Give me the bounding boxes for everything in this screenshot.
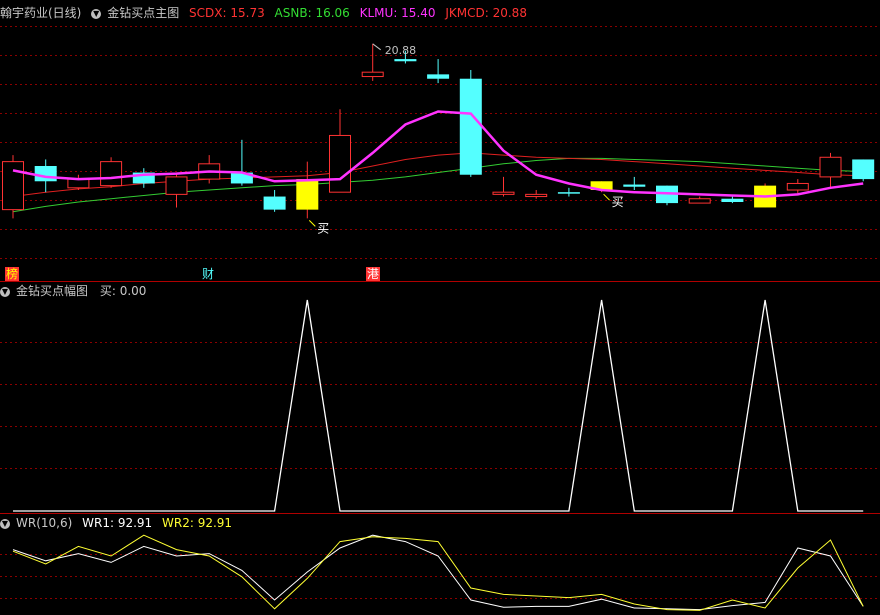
candle-body xyxy=(263,196,286,210)
candle-body xyxy=(427,74,450,79)
candle-body xyxy=(296,179,319,210)
candle-body xyxy=(459,78,482,175)
buy-pointer xyxy=(308,220,316,227)
candle-body xyxy=(819,156,842,178)
buy-label: 买 xyxy=(612,195,624,209)
buy-label: 买 xyxy=(317,221,329,235)
candle-body xyxy=(492,191,515,195)
amplitude-line xyxy=(13,299,864,512)
ma-green-line xyxy=(12,157,864,213)
candle-body xyxy=(165,176,188,195)
candle-body xyxy=(100,161,123,187)
candle-body xyxy=(2,161,24,211)
buy-pointer xyxy=(603,193,610,201)
kline-chart[interactable]: 20.88买买 xyxy=(0,0,880,615)
candle-body xyxy=(67,178,90,189)
candle-body xyxy=(623,184,646,187)
candle-body xyxy=(361,71,384,78)
candle-body xyxy=(557,192,580,194)
candle-body xyxy=(852,159,875,180)
candle-body xyxy=(721,198,744,202)
candle-body xyxy=(525,193,548,198)
high-price-label: 20.88 xyxy=(385,44,417,57)
wr2-line xyxy=(12,534,864,611)
candle-body xyxy=(329,134,351,193)
high-pointer xyxy=(372,43,382,51)
candle-body xyxy=(688,198,711,204)
candle-body xyxy=(394,59,417,62)
candle-body xyxy=(786,182,809,191)
candle-body xyxy=(34,166,57,182)
